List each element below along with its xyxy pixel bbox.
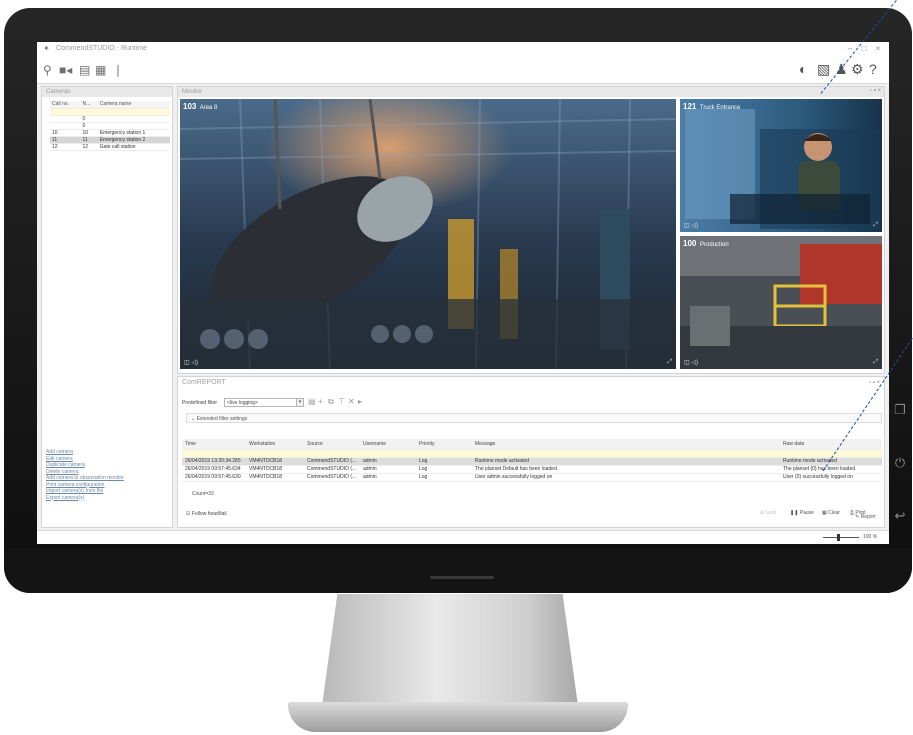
microphone-icon[interactable]: ❙ [113, 64, 123, 76]
column-header-workstation[interactable]: Workstation [246, 439, 304, 450]
panel-controls[interactable]: ▫ ▪ × [870, 88, 881, 94]
snapshot-icon[interactable]: ◫ ◁) [684, 359, 698, 366]
column-header-call-no[interactable]: Call no. [50, 101, 81, 109]
table-row[interactable]: 10 10 Emergency station 1 [50, 129, 170, 137]
monitor-panel: Monitor ▫ ▪ × 103 Area 8 ◫ ◁) ⤢ 121 Truc… [177, 86, 885, 374]
delete-filter-icon[interactable]: ✕ [348, 397, 355, 406]
column-header-priority[interactable]: Priority [416, 439, 472, 450]
zoom-slider-track[interactable] [823, 537, 859, 538]
fullscreen-icon[interactable]: ⤢ [873, 222, 878, 229]
column-header-username[interactable]: Username [360, 439, 416, 450]
document-icon[interactable]: ▤ [79, 64, 90, 76]
cameras-table: Call no. N... Camera name 0 0 10 10 Emerge… [50, 101, 170, 151]
gear-icon[interactable]: ⚙ [851, 62, 864, 76]
foundry-scene-image [180, 99, 676, 369]
lock-button[interactable]: ⊘ Lock [760, 510, 776, 516]
close-button[interactable]: × [873, 44, 883, 53]
snapshot-icon[interactable]: ◫ ◁) [184, 359, 198, 366]
chevron-down-icon[interactable]: ▾ [296, 398, 304, 407]
record-count: Count=33 [192, 491, 214, 497]
column-header-camera-name[interactable]: Camera name [97, 101, 170, 109]
image-icon[interactable]: ▧ [817, 62, 830, 76]
zoom-level: 100 % [863, 534, 878, 540]
report-panel: ComREPORT ▫ ▪ × Predefined filter <live … [177, 376, 885, 528]
video-label-production: 100 Production [683, 239, 729, 248]
panel-controls[interactable]: ▫ ▪ × [869, 380, 880, 386]
app-title: CommendSTUDIO - Runtime [56, 45, 148, 52]
column-header-message[interactable]: Message [472, 439, 780, 450]
power-icon[interactable]: ⏻ [892, 455, 908, 471]
status-bar: 100 % [37, 530, 889, 544]
window-switch-icon[interactable]: ❐ [892, 402, 908, 418]
monitor-stand-base [288, 702, 628, 732]
add-filter-icon[interactable]: + [318, 397, 323, 406]
monitor-stand-neck [322, 594, 578, 706]
clear-button[interactable]: ▦ Clear [822, 510, 840, 516]
camera-actions: Add camera Edit camera Duplicate camera … [46, 449, 170, 501]
copy-filter-icon[interactable]: ⧉ [328, 397, 334, 406]
map-pin-icon[interactable]: ⚲ [43, 64, 52, 76]
title-bar: ✦ CommendSTUDIO - Runtime – □ × [37, 42, 889, 56]
report-log-table: Time Workstation Source Username Priorit… [182, 439, 882, 482]
column-header-time[interactable]: Time [182, 439, 246, 450]
monitor-chin [4, 548, 912, 593]
save-filter-icon[interactable]: ▤ [308, 397, 316, 406]
pause-icon: ❚❚ [790, 510, 800, 516]
back-icon[interactable]: ↩ [892, 508, 908, 524]
follow-tail-checkbox[interactable]: ☑ Follow head/tail [186, 511, 227, 517]
table-row[interactable] [182, 449, 882, 458]
pause-button[interactable]: ❚❚ Pause [790, 510, 814, 516]
table-row[interactable]: 26/04/2019 09:57:45.634 VM4NTDCB18 Commend… [182, 465, 882, 474]
report-button[interactable]: ✎ Report [855, 514, 876, 520]
table-row[interactable]: 0 [50, 122, 170, 130]
filter-icon[interactable]: ⊤ [338, 397, 345, 406]
extended-filter-toggle[interactable]: ⌄ Extended filter settings [186, 413, 882, 423]
app-logo-icon: ✦ [43, 44, 50, 53]
table-row[interactable]: 12 12 Gate call station [50, 143, 170, 151]
video-camera-icon[interactable]: ■◂ [59, 64, 72, 76]
video-feed-main[interactable]: 103 Area 8 ◫ ◁) ⤢ [180, 99, 676, 369]
monitor-panel-title: Monitor [178, 87, 884, 97]
column-header-number[interactable]: N... [80, 101, 98, 109]
table-row[interactable]: 26/04/2019 13:20:34.285 VM4NTDCB18 Commend… [182, 457, 882, 466]
toggle-icon[interactable]: ◐ [799, 62, 807, 76]
extended-filter-label: Extended filter settings [196, 416, 248, 422]
help-icon[interactable]: ? [869, 62, 877, 76]
truck-driver-image [680, 99, 882, 232]
video-label-main: 103 Area 8 [183, 102, 218, 111]
video-feed-truck[interactable]: 121 Truck Entrance ◫ ◁) ⤢ [680, 99, 882, 232]
table-row[interactable]: 0 [50, 115, 170, 123]
column-header-source[interactable]: Source [304, 439, 360, 450]
column-header-raw-data[interactable]: Raw data [780, 439, 882, 450]
monitor-logo-slot [430, 576, 494, 579]
zoom-slider-handle[interactable] [837, 534, 840, 541]
predefined-filter-select[interactable]: <live logging> [224, 398, 304, 407]
calendar-icon[interactable]: ▦ [95, 64, 106, 76]
table-row[interactable]: 26/04/2019 09:57:45.630 VM4NTDCB18 Commend… [182, 473, 882, 482]
report-panel-title: ComREPORT [182, 379, 226, 386]
app-screen: ✦ CommendSTUDIO - Runtime – □ × ⚲ ■◂ ▤ ▦… [37, 42, 889, 544]
video-feed-production[interactable]: 100 Production ◫ ◁) ⤢ [680, 236, 882, 369]
snapshot-icon[interactable]: ◫ ◁) [684, 222, 698, 229]
cameras-panel: Cameras Call no. N... Camera name 0 0 10… [41, 86, 173, 528]
run-filter-icon[interactable]: ▸ [358, 397, 362, 406]
export-cameras-link[interactable]: Export camera(s) [46, 495, 170, 502]
cameras-panel-title: Cameras [42, 87, 172, 97]
table-row[interactable] [50, 108, 170, 116]
video-label-truck: 121 Truck Entrance [683, 102, 741, 111]
table-row[interactable]: 11 11 Emergency station 2 [50, 136, 170, 144]
fullscreen-icon[interactable]: ⤢ [667, 359, 672, 366]
predefined-filter-label: Predefined filter [182, 400, 218, 406]
production-hall-image [680, 236, 882, 369]
fullscreen-icon[interactable]: ⤢ [873, 359, 878, 366]
main-toolbar: ⚲ ■◂ ▤ ▦ ❙ ◐ ▧ ♟ ⚙ ? [37, 56, 889, 84]
